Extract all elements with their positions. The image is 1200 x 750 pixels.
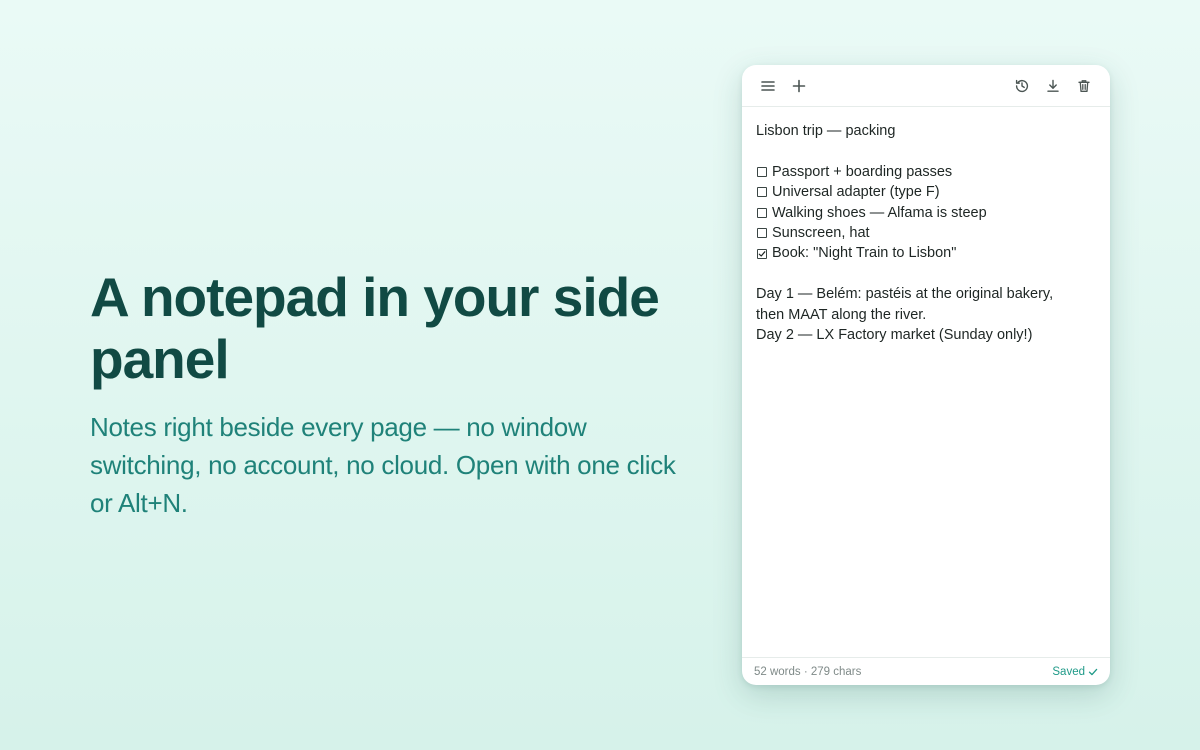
notepad-toolbar — [742, 65, 1110, 107]
note-editor[interactable]: Lisbon trip — packing Passport + boardin… — [742, 107, 1110, 657]
hero-subtitle: Notes right beside every page — no windo… — [90, 412, 676, 518]
checklist-item: Universal adapter (type F) — [756, 182, 1096, 202]
checklist-item-text: Universal adapter (type F) — [772, 184, 940, 201]
history-icon — [1014, 78, 1030, 94]
new-note-button[interactable] — [785, 72, 813, 100]
hero-title: A notepad in your side panel — [90, 266, 660, 390]
toolbar-right-group — [1005, 72, 1098, 100]
word-char-count: 52 words · 279 chars — [754, 665, 862, 678]
itinerary-line: Day 2 — LX Factory market (Sunday only!) — [756, 327, 1033, 344]
history-button[interactable] — [1008, 72, 1036, 100]
trash-icon — [1076, 78, 1092, 94]
checkbox-checked-icon[interactable] — [757, 248, 767, 259]
menu-icon — [760, 78, 776, 94]
itinerary-line: Day 1 — Belém: pastéis at the original b… — [756, 286, 1054, 303]
toolbar-left-group — [754, 72, 816, 100]
status-bar: 52 words · 279 chars Saved — [742, 657, 1110, 685]
checklist-item: Passport + boarding passes — [756, 162, 1096, 182]
delete-button[interactable] — [1070, 72, 1098, 100]
checkbox-unchecked-icon[interactable] — [757, 228, 767, 239]
download-button[interactable] — [1039, 72, 1067, 100]
checklist: Passport + boarding passes Universal ada… — [756, 162, 1096, 264]
checklist-item-text: Walking shoes — Alfama is steep — [772, 204, 987, 221]
note-title-line: Lisbon trip — packing — [756, 123, 896, 139]
checklist-item-text: Book: "Night Train to Lisbon" — [772, 245, 957, 262]
checkbox-unchecked-icon[interactable] — [757, 207, 767, 218]
checkmark-icon — [1085, 667, 1098, 677]
checklist-item-text: Sunscreen, hat — [772, 225, 870, 242]
menu-button[interactable] — [754, 72, 782, 100]
checklist-item: Walking shoes — Alfama is steep — [756, 203, 1096, 223]
checkbox-unchecked-icon[interactable] — [757, 167, 767, 177]
notepad-panel: Lisbon trip — packing Passport + boardin… — [742, 65, 1110, 685]
itinerary-line: then MAAT along the river. — [756, 306, 927, 323]
hero-section: A notepad in your side panel Notes right… — [90, 266, 710, 522]
checkbox-unchecked-icon[interactable] — [757, 187, 767, 198]
checklist-item: Sunscreen, hat — [756, 223, 1096, 243]
download-icon — [1045, 78, 1061, 94]
checklist-item-text: Passport + boarding passes — [772, 163, 953, 180]
save-status: Saved — [1052, 666, 1098, 678]
checklist-item: Book: "Night Train to Lisbon" — [756, 243, 1096, 263]
save-status-label: Saved — [1052, 665, 1085, 678]
plus-icon — [791, 78, 807, 94]
